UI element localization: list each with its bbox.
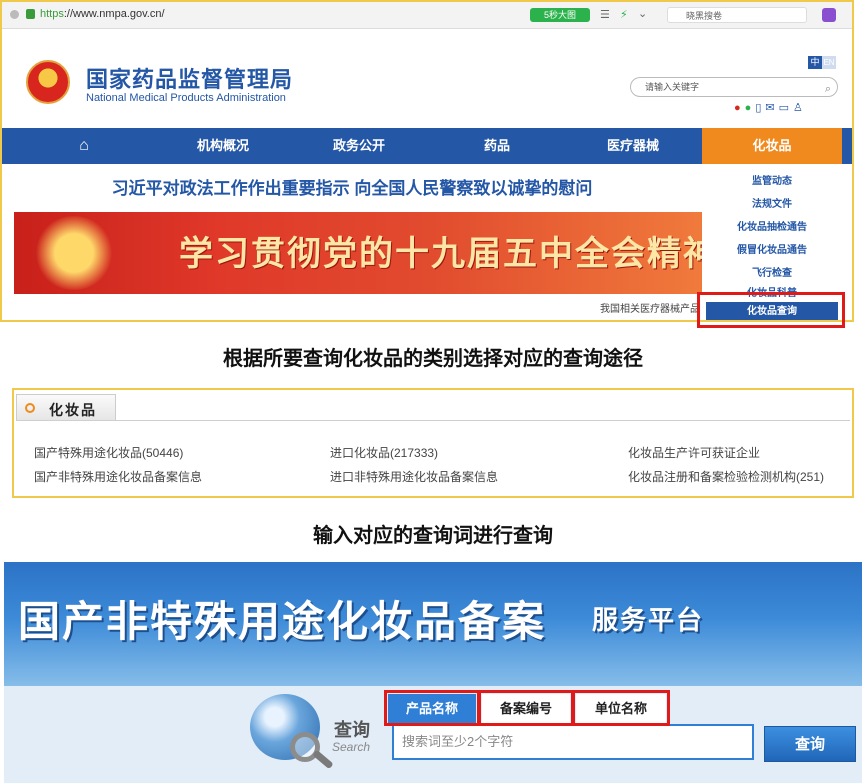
dropdown-item-flight-inspection[interactable]: 飞行检查 [702,264,842,279]
banner-text: 学习贯彻党的十九届五中全会精神 [179,235,702,273]
menu-icon[interactable]: ☰ [600,8,610,21]
news-ticker[interactable]: 我国相关医疗器械产品 [600,300,700,315]
site-search-placeholder: 请输入关键字 [645,82,700,92]
site-title-en: National Medical Products Administration [86,92,286,104]
dropdown-item-counterfeit-notice[interactable]: 假冒化妆品通告 [702,241,842,256]
social-icons: ●●▯✉▭♙ [734,101,807,114]
browser-search-input[interactable]: 晓黑搜卷 [667,7,807,23]
site-title-cn[interactable]: 国家药品监督管理局 [86,62,293,94]
query-label-cn: 查询 [334,720,370,740]
link-production-license[interactable]: 化妆品生产许可获证企业 [628,444,760,461]
dropdown-item-regulations[interactable]: 法规文件 [702,195,842,210]
headline-news[interactable]: 习近平对政法工作作出重要指示 向全国人民警察致以诚挚的慰问 [2,174,702,199]
weibo-icon[interactable]: ● [734,102,745,114]
target-icon [25,403,35,413]
category-tab-label: 化妆品 [49,402,97,418]
highlight-box-product-name [384,690,480,726]
search-icon[interactable]: ⌕ [825,80,831,98]
platform-subtitle: 服务平台 [592,606,705,635]
highlight-box-company-name [572,690,670,726]
link-imported-cosmetics[interactable]: 进口化妆品(217333) [330,444,438,461]
dropdown-item-sampling-notice[interactable]: 化妆品抽检通告 [702,218,842,233]
dropdown-item-supervision[interactable]: 监管动态 [702,172,842,187]
search-input-placeholder: 搜索词至少2个字符 [402,734,514,749]
national-emblem-logo [26,60,70,104]
search-input[interactable]: 搜索词至少2个字符 [392,724,754,760]
message-icon[interactable]: ▭ [779,102,793,114]
divider [16,420,850,421]
tab-icon [10,10,19,19]
search-button[interactable]: 查询 [764,726,856,762]
nav-item-medical-devices[interactable]: 医疗器械 [588,128,678,164]
link-testing-institutions[interactable]: 化妆品注册和备案检验检测机构(251) [628,468,824,485]
instruction-step-1: 根据所要查询化妆品的类别选择对应的查询途径 [223,348,643,370]
category-tab[interactable]: 化妆品 [16,394,116,420]
banner-image[interactable]: 学习贯彻党的十九届五中全会精神 [14,212,702,294]
link-domestic-special-cosmetics[interactable]: 国产特殊用途化妆品(50446) [34,444,183,461]
link-imported-nonspecial-filing[interactable]: 进口非特殊用途化妆品备案信息 [330,468,498,485]
user-icon[interactable]: ♙ [793,102,807,114]
site-search-input[interactable]: 请输入关键字 ⌕ [630,77,838,97]
highlight-box-cosmetics-query [697,292,845,328]
extension-icon[interactable] [822,8,836,22]
lightning-icon[interactable]: ⚡ [620,8,628,21]
platform-banner: 国产非特殊用途化妆品备案 服务平台 [4,562,862,686]
url-field[interactable]: https://www.nmpa.gov.cn/ [40,8,165,20]
query-label-en: Search [332,740,371,754]
main-navigation: ⌂ 机构概况 政务公开 药品 医疗器械 化妆品 [2,128,852,164]
browser-address-bar: https://www.nmpa.gov.cn/ 5秒大图 ☰ ⚡ ⌄ 晓黑搜卷 [2,2,852,29]
lock-icon [26,9,35,19]
nav-item-cosmetics[interactable]: 化妆品 [702,128,842,164]
party-emblem-icon [34,216,114,290]
mobile-icon[interactable]: ▯ [755,102,765,114]
nav-item-organization[interactable]: 机构概况 [178,128,268,164]
browser-search-hint: 晓黑搜卷 [686,11,723,21]
platform-title: 国产非特殊用途化妆品备案 [18,600,547,646]
instruction-step-2: 输入对应的查询词进行查询 [313,525,553,547]
home-icon[interactable]: ⌂ [64,128,104,164]
url-scheme: https [40,8,64,20]
wechat-icon[interactable]: ● [745,102,756,114]
image-mode-button[interactable]: 5秒大图 [530,8,590,22]
nav-item-government-affairs[interactable]: 政务公开 [314,128,404,164]
link-domestic-nonspecial-filing[interactable]: 国产非特殊用途化妆品备案信息 [34,468,202,485]
nav-item-drugs[interactable]: 药品 [452,128,542,164]
nmpa-homepage-screenshot: https://www.nmpa.gov.cn/ 5秒大图 ☰ ⚡ ⌄ 晓黑搜卷… [0,0,854,322]
cosmetics-category-panel: 化妆品 国产特殊用途化妆品(50446) 进口化妆品(217333) 化妆品生产… [12,388,854,498]
language-en-button[interactable]: EN [822,56,836,69]
url-host: ://www.nmpa.gov.cn/ [63,8,165,20]
highlight-box-filing-number [478,690,574,726]
chevron-down-icon[interactable]: ⌄ [638,7,647,20]
language-zh-button[interactable]: 中 [808,56,822,69]
filing-service-platform: 国产非特殊用途化妆品备案 服务平台 查询 Search 产品名称 备案编号 单位… [4,562,862,783]
mail-icon[interactable]: ✉ [765,102,778,114]
